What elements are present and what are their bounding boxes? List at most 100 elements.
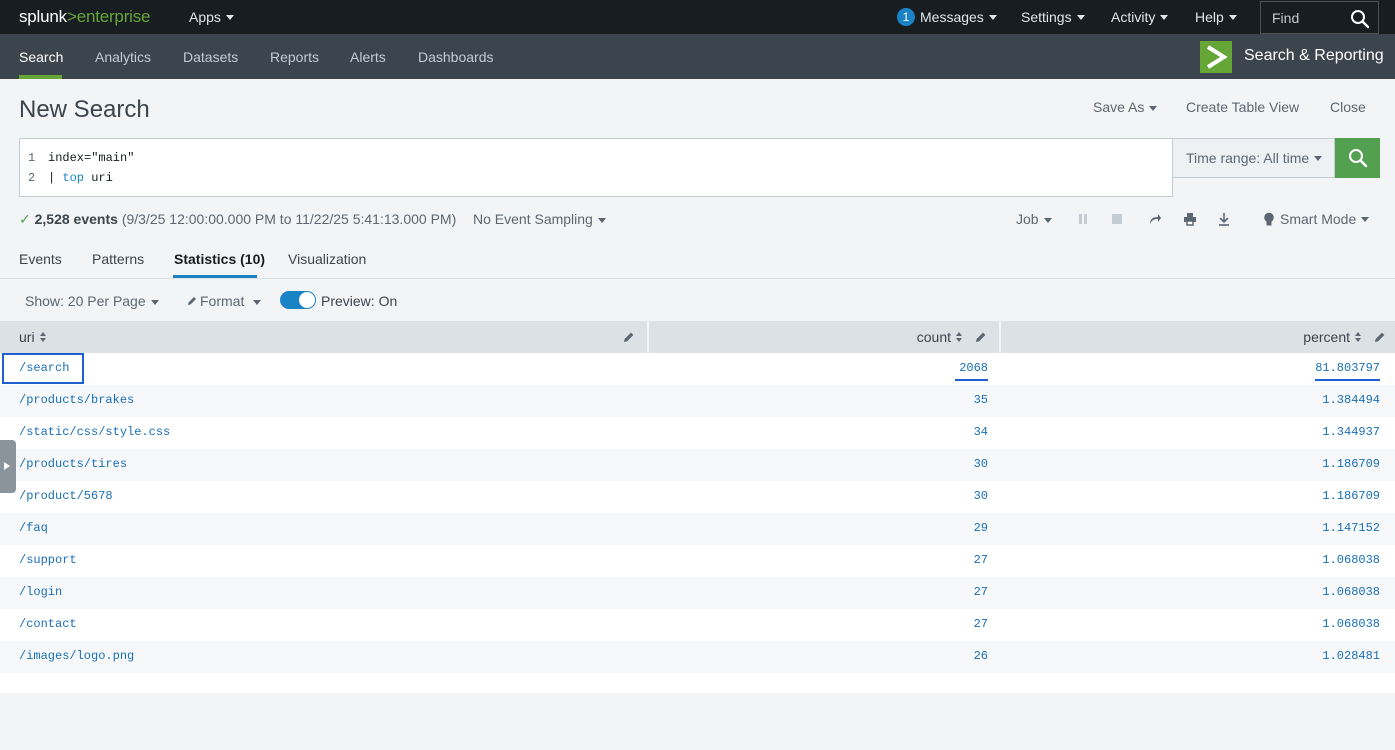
column-header-uri[interactable]: uri — [19, 321, 47, 353]
column-header-count[interactable]: count — [917, 321, 963, 353]
count-cell[interactable]: 35 — [974, 393, 988, 407]
settings-menu[interactable]: Settings — [1021, 9, 1085, 25]
search-icon[interactable] — [1350, 9, 1370, 29]
search-mode-menu[interactable]: Smart Mode — [1263, 211, 1370, 227]
save-as-button[interactable]: Save As — [1093, 99, 1158, 115]
active-tab-indicator — [173, 275, 257, 278]
save-as-label: Save As — [1093, 99, 1145, 115]
sort-icon — [1355, 332, 1362, 342]
event-sampling-menu[interactable]: No Event Sampling — [473, 211, 606, 227]
find-box — [1260, 1, 1379, 34]
uri-cell[interactable]: /products/brakes — [19, 393, 134, 407]
column-header-percent[interactable]: percent — [1303, 321, 1362, 353]
table-row: /faq 29 1.147152 — [0, 513, 1395, 545]
find-input[interactable] — [1272, 9, 1352, 26]
time-range-picker[interactable]: Time range: All time — [1173, 138, 1335, 178]
check-icon: ✓ — [19, 211, 31, 227]
percent-cell-underline — [1315, 379, 1380, 381]
chevron-down-icon — [150, 299, 159, 305]
tab-visualization[interactable]: Visualization — [288, 251, 366, 267]
percent-cell[interactable]: 1.068038 — [1322, 585, 1380, 599]
search-submit-button[interactable] — [1335, 138, 1380, 178]
format-label: Format — [200, 293, 245, 309]
table-row: /support 27 1.068038 — [0, 545, 1395, 577]
splunk-logo[interactable]: splunk>enterprise — [19, 7, 150, 27]
uri-cell[interactable]: /product/5678 — [19, 489, 113, 503]
query-text: index="main" — [48, 151, 135, 165]
line-number: 1 — [28, 151, 36, 165]
percent-cell[interactable]: 1.344937 — [1322, 425, 1380, 439]
logo-part-chevron: > — [66, 7, 77, 26]
percent-cell[interactable]: 81.803797 — [1315, 361, 1380, 375]
activity-menu[interactable]: Activity — [1111, 9, 1169, 25]
print-icon[interactable] — [1183, 212, 1197, 226]
count-cell[interactable]: 34 — [974, 425, 988, 439]
sort-icon — [956, 332, 963, 342]
percent-cell[interactable]: 1.028481 — [1322, 649, 1380, 663]
query-keyword: top — [62, 171, 85, 185]
event-count: 2,528 events — [34, 211, 118, 227]
table-header: uri count percent — [0, 321, 1395, 353]
uri-cell[interactable]: /images/logo.png — [19, 649, 134, 663]
count-cell[interactable]: 27 — [974, 553, 988, 567]
nav-reports[interactable]: Reports — [270, 49, 319, 65]
stop-icon[interactable] — [1110, 212, 1124, 226]
pause-icon[interactable] — [1076, 212, 1090, 226]
close-button[interactable]: Close — [1330, 99, 1366, 115]
uri-cell[interactable]: /products/tires — [19, 457, 127, 471]
preview-toggle[interactable] — [280, 291, 316, 309]
per-page-menu[interactable]: Show: 20 Per Page — [25, 293, 159, 309]
count-cell[interactable]: 27 — [974, 585, 988, 599]
results-tabs: Events Patterns Statistics (10) Visualiz… — [0, 240, 1395, 279]
count-cell[interactable]: 29 — [974, 521, 988, 535]
edit-column-icon[interactable] — [975, 331, 987, 343]
percent-cell[interactable]: 1.186709 — [1322, 457, 1380, 471]
messages-menu[interactable]: 1 Messages — [897, 8, 997, 26]
column-label: uri — [19, 329, 35, 345]
uri-cell[interactable]: /login — [19, 585, 62, 599]
nav-alerts[interactable]: Alerts — [350, 49, 386, 65]
percent-cell[interactable]: 1.147152 — [1322, 521, 1380, 535]
count-cell[interactable]: 30 — [974, 457, 988, 471]
uri-cell[interactable]: /static/css/style.css — [19, 425, 170, 439]
job-status: ✓ 2,528 events (9/3/25 12:00:00.000 PM t… — [19, 211, 456, 228]
tab-events[interactable]: Events — [19, 251, 62, 267]
count-cell[interactable]: 30 — [974, 489, 988, 503]
uri-cell[interactable]: /faq — [19, 521, 48, 535]
help-menu[interactable]: Help — [1195, 9, 1237, 25]
top-bar: splunk>enterprise Apps 1 Messages Setting… — [0, 0, 1395, 34]
app-title[interactable]: Search & Reporting — [1244, 47, 1384, 65]
nav-search[interactable]: Search — [19, 49, 63, 65]
job-menu[interactable]: Job — [1016, 211, 1052, 227]
table-row: /search 2068 81.803797 — [0, 353, 1395, 385]
percent-cell[interactable]: 1.068038 — [1322, 617, 1380, 631]
active-nav-indicator — [19, 75, 62, 79]
uri-cell[interactable]: /support — [19, 553, 77, 567]
nav-dashboards[interactable]: Dashboards — [418, 49, 494, 65]
apps-menu[interactable]: Apps — [189, 9, 234, 25]
create-table-view-button[interactable]: Create Table View — [1186, 99, 1299, 115]
edit-column-icon[interactable] — [1374, 331, 1386, 343]
percent-cell[interactable]: 1.186709 — [1322, 489, 1380, 503]
edit-column-icon[interactable] — [623, 331, 635, 343]
event-sampling-label: No Event Sampling — [473, 211, 593, 227]
uri-cell[interactable]: /contact — [19, 617, 77, 631]
app-logo-icon[interactable] — [1200, 41, 1232, 73]
percent-cell[interactable]: 1.068038 — [1322, 553, 1380, 567]
query-line: 1 index="main" — [20, 148, 134, 168]
tab-statistics[interactable]: Statistics (10) — [174, 251, 265, 267]
count-cell[interactable]: 27 — [974, 617, 988, 631]
search-query-editor[interactable]: 1 index="main" 2 | top uri — [19, 138, 1173, 197]
share-icon[interactable] — [1148, 212, 1162, 226]
export-icon[interactable] — [1217, 212, 1231, 226]
count-cell[interactable]: 2068 — [959, 361, 988, 375]
lightbulb-icon — [1264, 212, 1274, 225]
pencil-icon — [188, 297, 196, 305]
count-cell[interactable]: 26 — [974, 649, 988, 663]
fields-sidebar-toggle[interactable] — [0, 440, 16, 493]
format-menu[interactable]: Format — [187, 293, 262, 309]
tab-patterns[interactable]: Patterns — [92, 251, 144, 267]
nav-analytics[interactable]: Analytics — [95, 49, 151, 65]
nav-datasets[interactable]: Datasets — [183, 49, 238, 65]
percent-cell[interactable]: 1.384494 — [1322, 393, 1380, 407]
